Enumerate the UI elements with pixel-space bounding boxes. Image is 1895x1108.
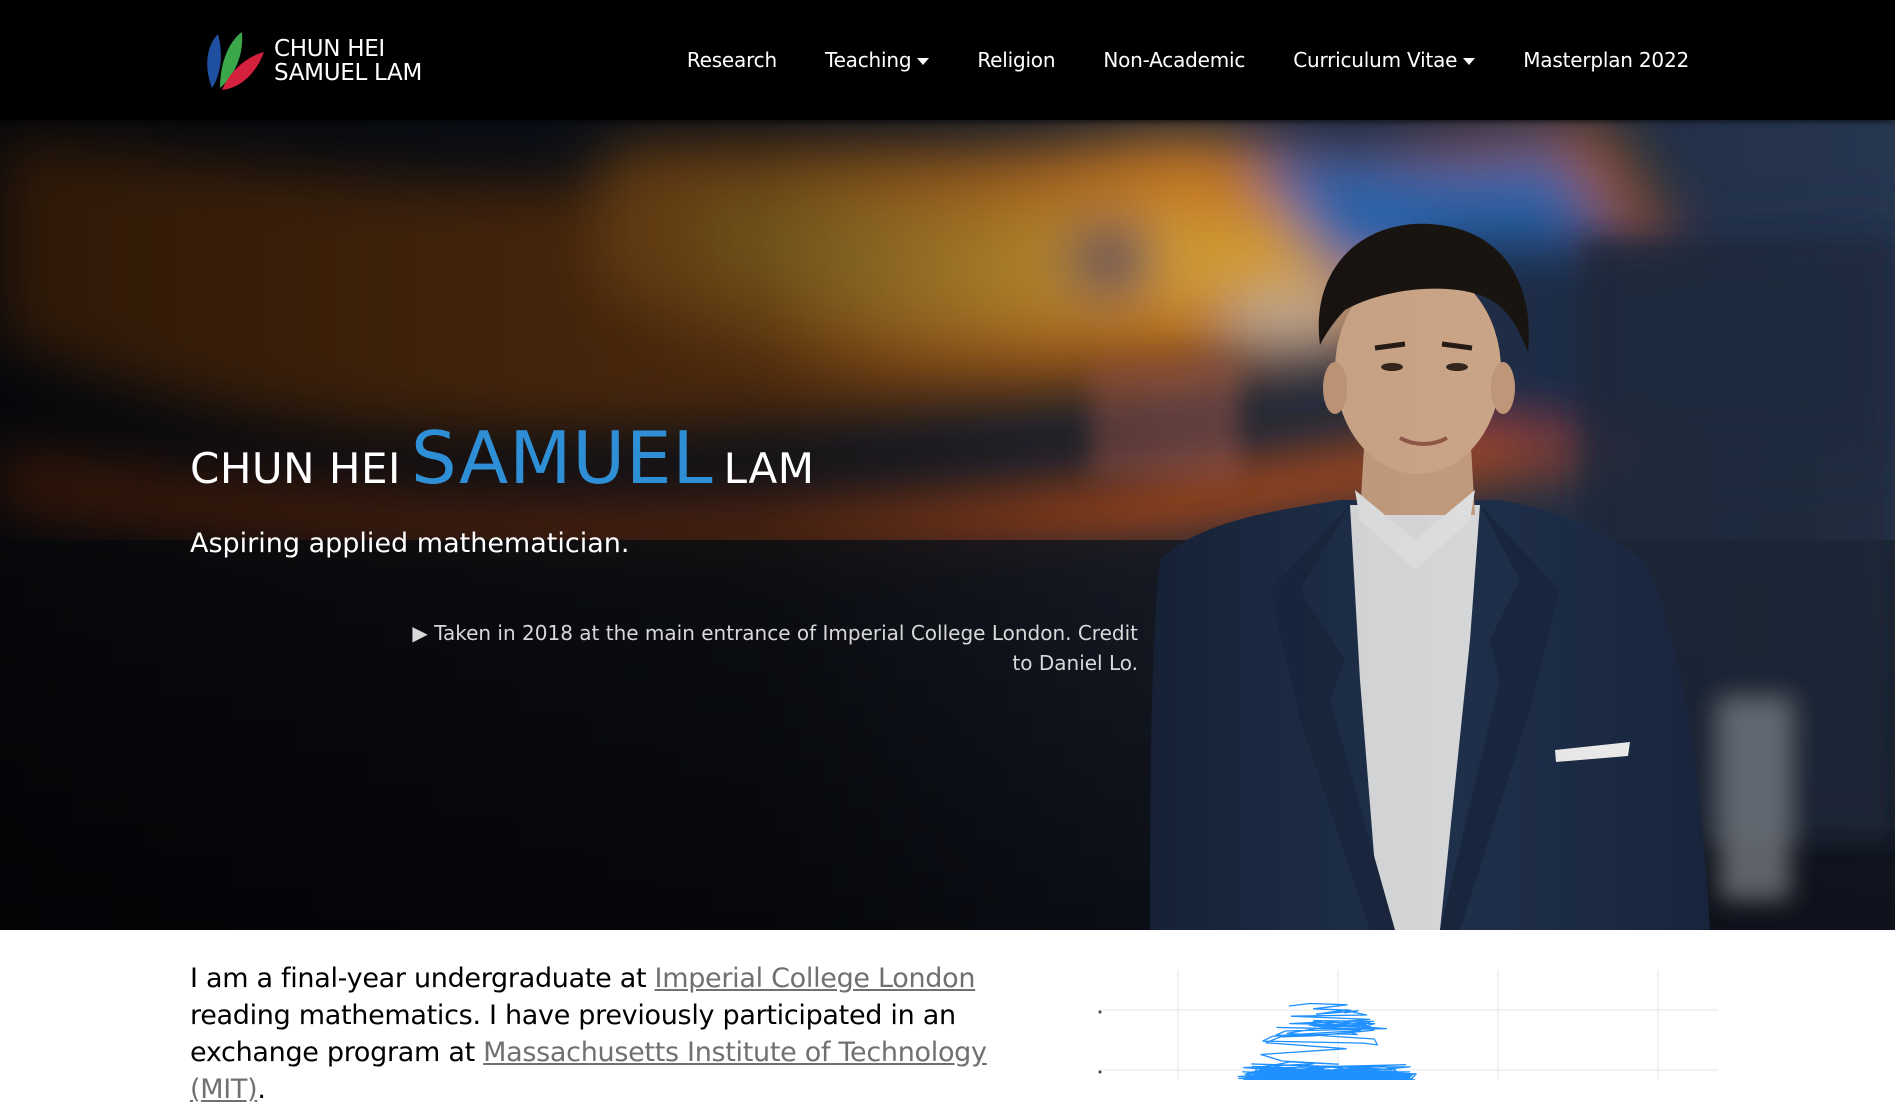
hero-title: CHUN HEI SAMUEL LAM bbox=[190, 416, 815, 500]
caret-down-icon bbox=[917, 57, 930, 65]
intro-text-3: . bbox=[257, 1074, 266, 1105]
nav-non-academic-label: Non-Academic bbox=[1103, 48, 1246, 72]
top-navbar: CHUN HEI SAMUEL LAM Research Teaching Re… bbox=[0, 0, 1895, 120]
hero-title-prefix: CHUN HEI bbox=[190, 444, 401, 493]
brand-home-link[interactable]: CHUN HEI SAMUEL LAM bbox=[198, 28, 422, 94]
photo-caption-toggle[interactable]: ▶ Taken in 2018 at the main entrance of … bbox=[400, 618, 1138, 678]
nav-research[interactable]: Research bbox=[687, 48, 777, 72]
hero-title-highlight: SAMUEL bbox=[410, 416, 714, 500]
leaf-logo-icon bbox=[207, 32, 264, 90]
imperial-college-link[interactable]: Imperial College London bbox=[655, 963, 976, 994]
nav-masterplan-2022[interactable]: Masterplan 2022 bbox=[1523, 48, 1689, 72]
hero-banner: CHUN HEI SAMUEL LAM Aspiring applied mathe… bbox=[0, 120, 1895, 930]
caret-down-icon bbox=[1463, 57, 1476, 65]
nav-masterplan-label: Masterplan 2022 bbox=[1523, 48, 1689, 72]
brand-name-line2: SAMUEL LAM bbox=[274, 60, 423, 86]
hero-subtitle: Aspiring applied mathematician. bbox=[190, 528, 630, 559]
caption-triangle-icon: ▶ bbox=[412, 621, 428, 645]
nav-curriculum-vitae-dropdown[interactable]: Curriculum Vitae bbox=[1293, 48, 1476, 72]
nav-research-label: Research bbox=[686, 48, 777, 72]
random-walk-plot bbox=[1098, 970, 1718, 1080]
brand-name-line1: CHUN HEI bbox=[274, 36, 385, 62]
brand-name: CHUN HEI SAMUEL LAM bbox=[274, 37, 422, 85]
random-walk-path bbox=[1237, 1002, 1417, 1080]
nav-teaching-label: Teaching bbox=[824, 48, 912, 72]
hero-overlay bbox=[0, 120, 1895, 930]
nav-non-academic[interactable]: Non-Academic bbox=[1103, 48, 1245, 72]
main-nav: Research Teaching Religion Non-Academic … bbox=[687, 0, 1689, 120]
nav-curriculum-vitae-label: Curriculum Vitae bbox=[1293, 48, 1458, 72]
nav-teaching-dropdown[interactable]: Teaching bbox=[824, 48, 930, 72]
nav-religion-label: Religion bbox=[977, 48, 1056, 72]
hero-title-suffix: LAM bbox=[723, 444, 815, 493]
intro-paragraph: I am a final-year undergraduate at Imper… bbox=[190, 960, 1050, 1108]
nav-religion[interactable]: Religion bbox=[977, 48, 1055, 72]
intro-text-1: I am a final-year undergraduate at bbox=[190, 963, 655, 994]
photo-caption-text: Taken in 2018 at the main entrance of Im… bbox=[434, 621, 1138, 675]
